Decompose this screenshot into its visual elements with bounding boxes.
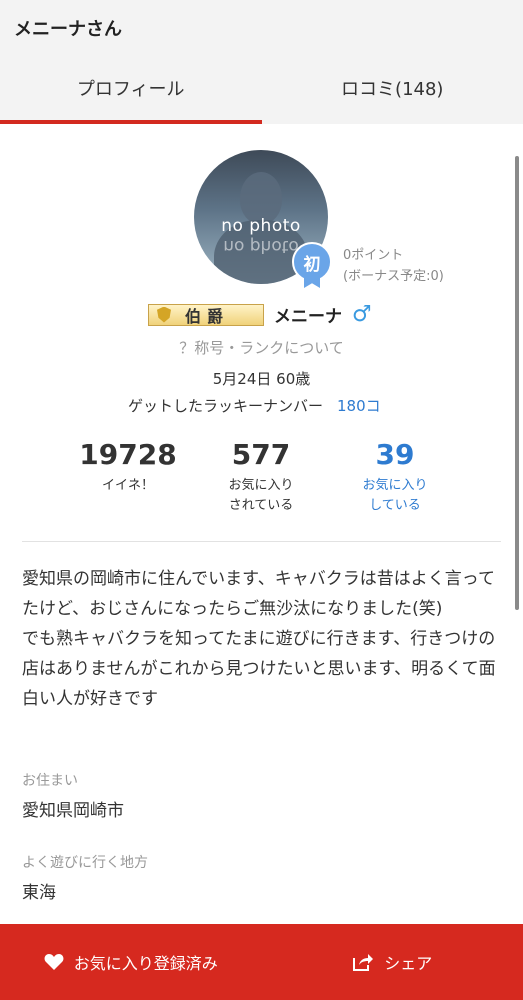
favorite-button[interactable]: お気に入り登録済み xyxy=(0,924,262,1000)
profile-bio: 愛知県の岡崎市に住んでいます、キャバクラは昔はよく言ってたけど、おじさんになった… xyxy=(22,569,496,709)
tab-profile[interactable]: プロフィール xyxy=(0,56,262,124)
beginner-badge: 初 xyxy=(292,242,332,288)
lucky-number-row: ゲットしたラッキーナンバー 180コ xyxy=(128,395,381,416)
page-title: メニーナさん xyxy=(14,19,122,40)
stat-favoriting[interactable]: 39 お気に入り している xyxy=(330,438,460,516)
stat-favorited-by-value: 577 xyxy=(231,438,291,471)
section-divider xyxy=(22,541,501,542)
stat-favorited-by: 577 お気に入り されている xyxy=(196,438,326,516)
page-header: メニーナさん xyxy=(0,0,523,56)
points-value: 0ポイント xyxy=(343,248,404,263)
bonus-value: (ボーナス予定:0) xyxy=(343,269,444,284)
rank-badge: 伯爵 xyxy=(148,303,264,326)
rank-help-link[interactable]: ？称号・ランクについて xyxy=(0,337,523,358)
lucky-number-label: ゲットしたラッキーナンバー xyxy=(128,397,324,415)
residence-value: 愛知県岡崎市 xyxy=(22,801,124,821)
stat-likes: 19728 イイネ！ xyxy=(63,438,193,496)
frequent-area-label: よく遊びに行く地方 xyxy=(22,855,148,871)
residence-label: お住まい xyxy=(22,773,78,789)
no-photo-text: no photo xyxy=(221,216,301,236)
tab-reviews[interactable]: ロコミ(148) xyxy=(262,56,523,124)
share-button[interactable]: シェア xyxy=(262,924,523,1000)
tab-bar: プロフィール ロコミ(148) xyxy=(0,56,523,124)
frequent-area-value: 東海 xyxy=(22,883,56,903)
stat-favoriting-label[interactable]: お気に入り している xyxy=(330,476,460,516)
share-button-label: シェア xyxy=(384,954,433,973)
stat-favorited-by-label: お気に入り されている xyxy=(228,478,294,513)
favorite-button-label: お気に入り登録済み xyxy=(73,954,218,973)
heart-icon xyxy=(44,953,64,971)
rank-row: 伯爵 メニーナ ♂ xyxy=(148,302,372,327)
stat-likes-value: 19728 xyxy=(79,438,177,471)
badge-ribbon-icon xyxy=(304,272,320,288)
male-icon: ♂ xyxy=(352,302,372,327)
points-info: 0ポイント (ボーナス予定:0) xyxy=(343,245,444,287)
lucky-number-value[interactable]: 180コ xyxy=(337,395,381,416)
stat-favoriting-value[interactable]: 39 xyxy=(330,438,460,472)
birthday-age: 5月24日 60歳 xyxy=(212,370,311,388)
shield-icon xyxy=(157,306,171,323)
profile-content[interactable]: no photo no photo 初 0ポイント (ボーナス予定:0) 伯爵 … xyxy=(0,124,523,1000)
username: メニーナ xyxy=(274,307,342,327)
share-icon xyxy=(352,952,374,972)
rank-title: 伯爵 xyxy=(185,306,230,326)
stat-likes-label: イイネ！ xyxy=(101,478,154,493)
bottom-action-bar: お気に入り登録済み シェア xyxy=(0,924,523,1000)
